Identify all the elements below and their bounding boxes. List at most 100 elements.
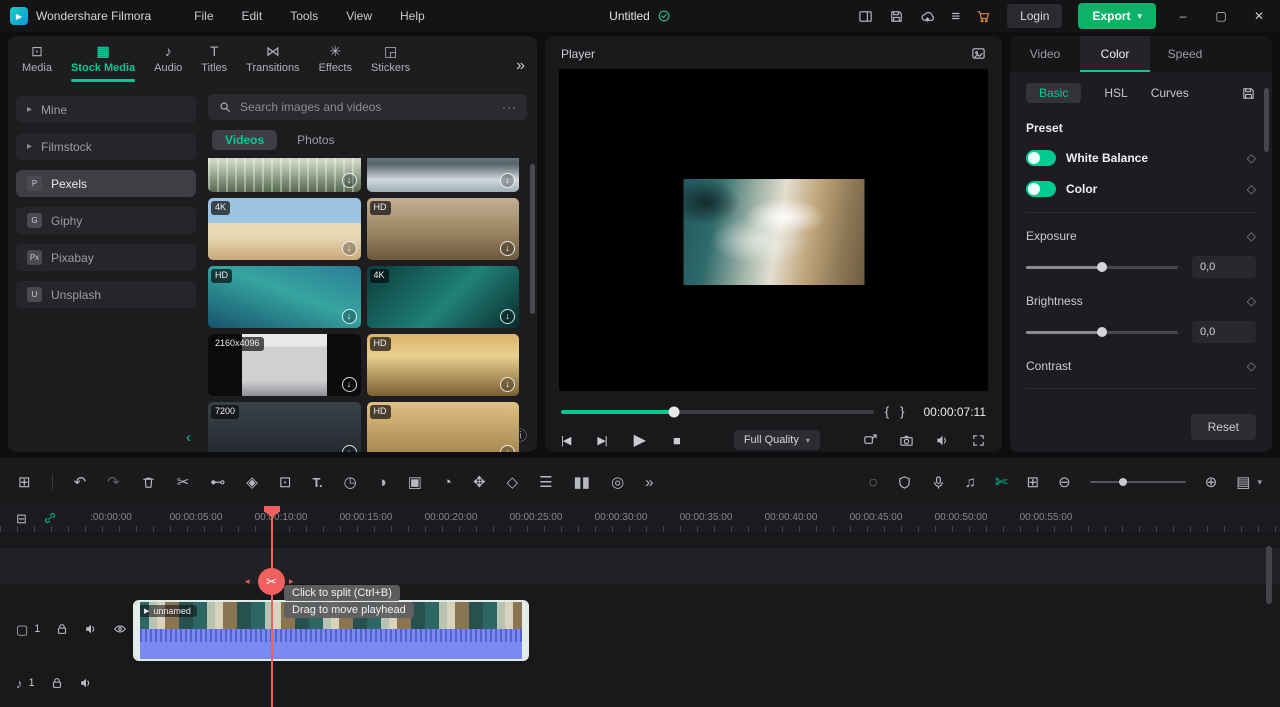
stock-video-thumb[interactable]: 4K ↓ bbox=[208, 198, 361, 260]
play-icon[interactable]: ▶ bbox=[634, 430, 646, 450]
minimize-button[interactable]: – bbox=[1172, 9, 1194, 23]
motion-tracking-icon[interactable]: ▣ bbox=[408, 475, 422, 490]
hamburger-menu-icon[interactable]: ≡ bbox=[951, 9, 960, 24]
color-toggle[interactable] bbox=[1026, 181, 1056, 197]
brightness-value[interactable]: 0,0 bbox=[1192, 321, 1256, 343]
transform-fit-icon[interactable]: ✥ bbox=[473, 475, 486, 490]
redo-icon[interactable]: ↷ bbox=[107, 475, 120, 490]
preview-screen[interactable] bbox=[559, 69, 988, 391]
download-icon[interactable]: ↓ bbox=[341, 173, 357, 188]
source-pexels[interactable]: P Pexels bbox=[16, 170, 196, 197]
timeline-zoom-slider[interactable] bbox=[1089, 478, 1186, 486]
preview-image-icon[interactable] bbox=[971, 46, 986, 61]
undo-icon[interactable]: ↶ bbox=[74, 475, 87, 490]
voiceover-mic-icon[interactable] bbox=[931, 475, 946, 490]
download-icon[interactable]: ↓ bbox=[500, 445, 515, 452]
quick-text-icon[interactable]: T. bbox=[312, 476, 322, 489]
ripple-delete-icon[interactable]: ⊷ bbox=[210, 475, 225, 490]
seek-handle[interactable] bbox=[668, 406, 680, 417]
audio-meter-icon[interactable]: ▮▮ bbox=[574, 475, 591, 490]
save-preset-icon[interactable] bbox=[1241, 86, 1256, 101]
record-icon[interactable]: ◎ bbox=[611, 475, 624, 490]
duration-timer-icon[interactable]: ◔ bbox=[443, 475, 452, 490]
tab-transitions[interactable]: ⋈ Transitions bbox=[246, 44, 299, 82]
tab-titles[interactable]: T Titles bbox=[201, 44, 227, 82]
split-scissors-icon[interactable]: ✂ bbox=[177, 475, 190, 490]
mark-out-icon[interactable]: } bbox=[900, 404, 904, 419]
subtab-hsl[interactable]: HSL bbox=[1104, 86, 1127, 100]
info-icon[interactable]: ⓘ bbox=[514, 425, 527, 444]
brightness-slider-handle[interactable] bbox=[1097, 327, 1107, 337]
download-icon[interactable]: ↓ bbox=[341, 377, 357, 392]
auto-split-icon[interactable]: ✄ bbox=[995, 475, 1008, 490]
volume-icon[interactable] bbox=[935, 433, 950, 448]
save-project-icon[interactable] bbox=[889, 9, 904, 24]
exposure-slider[interactable] bbox=[1026, 262, 1178, 272]
hide-track-icon[interactable] bbox=[113, 622, 127, 636]
keyframe-diamond-icon[interactable]: ◇ bbox=[1247, 182, 1256, 196]
add-marker-icon[interactable]: ⊞ bbox=[1027, 475, 1040, 490]
filter-videos[interactable]: Videos bbox=[212, 130, 278, 150]
tab-video[interactable]: Video bbox=[1010, 36, 1080, 72]
render-preview-icon[interactable]: ◌ bbox=[869, 475, 878, 490]
stock-video-thumb[interactable]: HD ↓ bbox=[366, 198, 519, 260]
tab-stock-media[interactable]: ▦ Stock Media bbox=[70, 44, 136, 82]
second-screen-icon[interactable] bbox=[863, 433, 878, 448]
download-icon[interactable]: ↓ bbox=[500, 309, 515, 324]
color-correction-icon[interactable]: ◑ bbox=[378, 475, 387, 490]
white-balance-toggle[interactable] bbox=[1026, 150, 1056, 166]
tab-effects[interactable]: ✳ Effects bbox=[319, 44, 352, 82]
zoom-out-icon[interactable]: ⊖ bbox=[1058, 475, 1071, 490]
split-playhead-handle[interactable]: ✂ bbox=[258, 568, 285, 595]
menu-file[interactable]: File bbox=[183, 6, 224, 26]
stock-video-thumb[interactable]: ↓ bbox=[208, 158, 361, 192]
collapse-sources-icon[interactable]: ‹ bbox=[186, 429, 191, 446]
lock-track-icon[interactable] bbox=[55, 622, 69, 636]
subtab-basic[interactable]: Basic bbox=[1026, 83, 1082, 103]
tab-color[interactable]: Color bbox=[1080, 36, 1150, 72]
cart-icon[interactable] bbox=[976, 9, 991, 24]
more-tabs-icon[interactable]: » bbox=[516, 57, 525, 75]
stock-video-thumb[interactable]: 7200 ↓ bbox=[208, 402, 361, 452]
download-icon[interactable]: ↓ bbox=[500, 377, 515, 392]
properties-scrollbar[interactable] bbox=[1264, 88, 1269, 152]
menu-tools[interactable]: Tools bbox=[279, 6, 329, 26]
track-height-caret-icon[interactable]: ▾ bbox=[1257, 477, 1262, 488]
link-clips-icon[interactable] bbox=[43, 511, 57, 525]
workspace-icon[interactable]: ⊞ bbox=[18, 475, 31, 490]
menu-view[interactable]: View bbox=[335, 6, 383, 26]
download-icon[interactable]: ↓ bbox=[500, 241, 515, 256]
stock-video-thumb[interactable]: HD ↓ bbox=[366, 402, 519, 452]
brightness-slider[interactable] bbox=[1026, 327, 1178, 337]
source-giphy[interactable]: G Giphy bbox=[16, 207, 196, 234]
search-options-icon[interactable]: ··· bbox=[502, 100, 517, 114]
timeline-scrollbar[interactable] bbox=[1266, 546, 1272, 604]
subtab-curves[interactable]: Curves bbox=[1151, 86, 1189, 100]
keyframe-diamond-icon[interactable]: ◇ bbox=[1247, 294, 1256, 308]
adjust-icon[interactable]: ☰ bbox=[539, 475, 552, 490]
crop-icon[interactable]: ⊡ bbox=[279, 475, 292, 490]
menu-help[interactable]: Help bbox=[389, 6, 436, 26]
keyframe-diamond-icon[interactable]: ◇ bbox=[1247, 229, 1256, 243]
tab-speed[interactable]: Speed bbox=[1150, 36, 1220, 72]
quality-dropdown[interactable]: Full Quality ▾ bbox=[733, 430, 820, 450]
source-pixabay[interactable]: Px Pixabay bbox=[16, 244, 196, 271]
tab-stickers[interactable]: ◲ Stickers bbox=[371, 44, 410, 82]
export-button[interactable]: Export ▾ bbox=[1078, 3, 1156, 29]
delete-icon[interactable] bbox=[141, 475, 156, 490]
stock-video-thumb[interactable]: 2160x4096 ↓ bbox=[208, 334, 361, 396]
media-scrollbar[interactable] bbox=[530, 164, 535, 314]
stop-icon[interactable]: ■ bbox=[673, 433, 681, 448]
source-unsplash[interactable]: U Unsplash bbox=[16, 281, 196, 308]
stock-video-thumb[interactable]: ↓ bbox=[366, 158, 519, 192]
menu-edit[interactable]: Edit bbox=[231, 6, 274, 26]
keyframe-icon[interactable]: ◇ bbox=[507, 475, 519, 490]
trim-handle-left[interactable] bbox=[135, 602, 140, 659]
seek-bar[interactable] bbox=[561, 406, 874, 417]
search-input[interactable]: Search images and videos ··· bbox=[208, 94, 527, 120]
mark-shield-icon[interactable] bbox=[897, 475, 912, 490]
download-icon[interactable]: ↓ bbox=[341, 309, 357, 324]
timeline-ruler[interactable]: :00:00:00 00:00:05:00 00:00:10:00 00:00:… bbox=[0, 506, 1280, 532]
speed-icon[interactable]: ◷ bbox=[344, 475, 357, 490]
more-tools-icon[interactable]: » bbox=[645, 475, 653, 490]
